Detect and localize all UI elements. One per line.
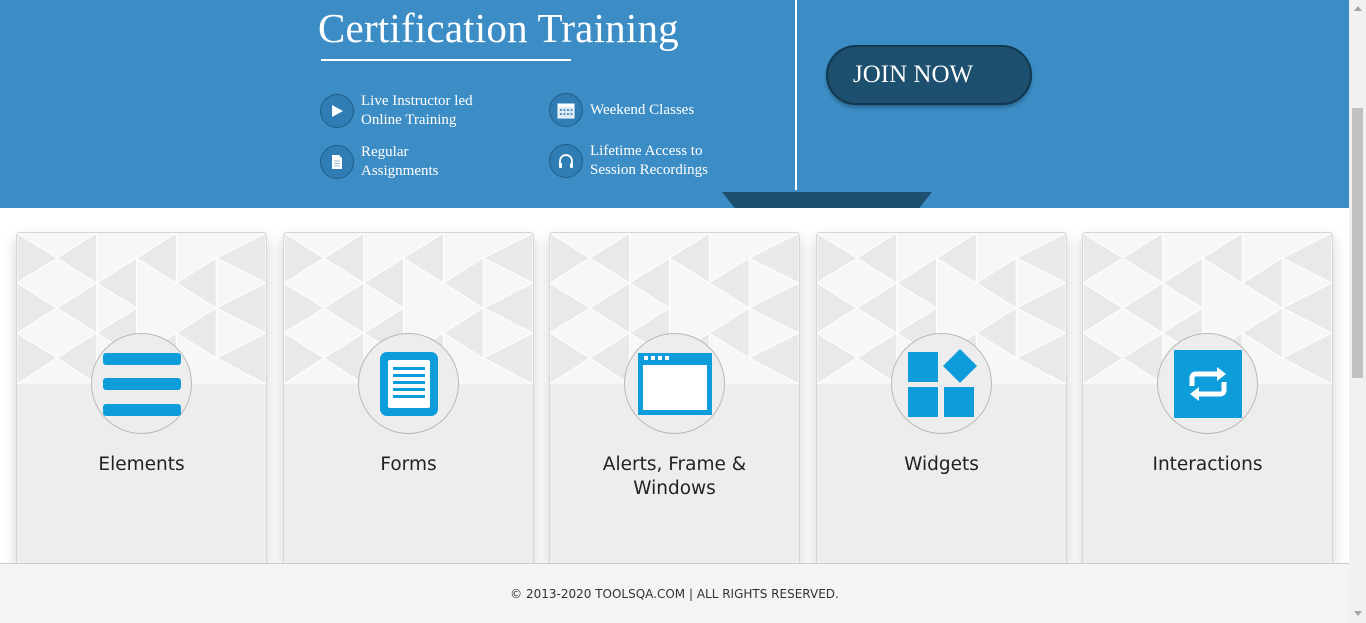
play-icon [320, 94, 354, 128]
card-alerts-frame-windows[interactable]: Alerts, Frame & Windows [549, 232, 800, 568]
feature-text: Lifetime Access to Session Recordings [590, 143, 708, 178]
category-cards: Elements Forms Alerts, Frame & Windows W… [0, 208, 1349, 568]
scroll-down-icon[interactable] [1354, 611, 1362, 616]
feature-lifetime-access: Lifetime Access to Session Recordings [549, 142, 708, 180]
copyright-text: © 2013-2020 TOOLSQA.COM | ALL RIGHTS RES… [510, 586, 839, 601]
title-underline [321, 59, 571, 61]
calendar-icon [549, 93, 583, 127]
banner-title: Certification Training [318, 5, 679, 51]
headphones-icon [549, 144, 583, 178]
page-scrollbar[interactable] [1349, 0, 1366, 623]
widgets-icon [891, 333, 992, 434]
form-icon [358, 333, 459, 434]
banner-tab-decoration [722, 192, 932, 208]
feature-text: Regular Assignments [361, 144, 439, 179]
interactions-icon [1157, 333, 1258, 434]
feature-live-training: Live Instructor led Online Training [320, 92, 473, 130]
card-interactions[interactable]: Interactions [1082, 232, 1333, 568]
feature-text: Live Instructor led Online Training [361, 93, 473, 128]
scroll-thumb[interactable] [1352, 108, 1363, 378]
card-title: Interactions [1152, 454, 1263, 475]
certification-banner[interactable]: Certification Training Live Instructor l… [0, 0, 1349, 208]
feature-text: Weekend Classes [590, 101, 695, 118]
list-icon [91, 333, 192, 434]
card-title: Forms [380, 454, 437, 475]
feature-regular-assignments: Regular Assignments [320, 143, 439, 181]
feature-weekend-classes: Weekend Classes [549, 93, 694, 127]
footer: © 2013-2020 TOOLSQA.COM | ALL RIGHTS RES… [0, 563, 1349, 623]
window-icon [624, 333, 725, 434]
card-title: Elements [98, 454, 185, 475]
card-forms[interactable]: Forms [283, 232, 534, 568]
join-now-button[interactable]: JOIN NOW [826, 45, 1032, 105]
card-title: Alerts, Frame & Windows [602, 454, 747, 499]
card-title: Widgets [904, 454, 979, 475]
scroll-up-icon[interactable] [1354, 6, 1362, 11]
document-icon [320, 145, 354, 179]
banner-divider [795, 0, 797, 190]
card-elements[interactable]: Elements [16, 232, 267, 568]
card-widgets[interactable]: Widgets [816, 232, 1067, 568]
